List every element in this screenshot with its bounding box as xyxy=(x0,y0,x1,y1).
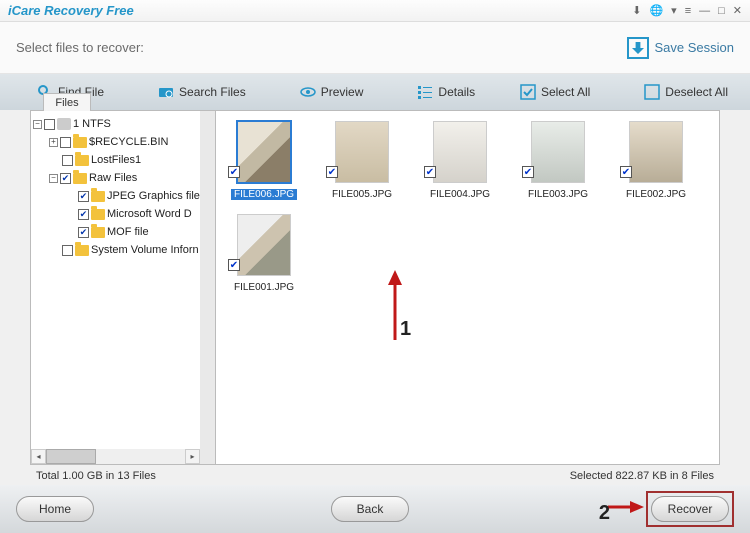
header: Select files to recover: Save Session xyxy=(0,22,750,74)
folder-icon xyxy=(75,155,89,166)
horizontal-scrollbar[interactable]: ◂ ▸ xyxy=(31,449,200,464)
file-thumb[interactable]: ✔ FILE001.JPG xyxy=(224,214,304,293)
maximize-button[interactable]: □ xyxy=(718,5,725,17)
content-area: Files − 1 NTFS + $RECYCLE.BIN LostFiles1… xyxy=(30,110,720,465)
file-thumb[interactable]: ✔ FILE004.JPG xyxy=(420,121,500,200)
help-icon[interactable]: ≡ xyxy=(685,5,691,17)
check-square-icon xyxy=(520,84,536,100)
file-thumb[interactable]: ✔ FILE005.JPG xyxy=(322,121,402,200)
annotation-number-1: 1 xyxy=(400,318,411,341)
checkbox[interactable]: ✔ xyxy=(424,166,436,178)
recover-button[interactable]: Recover xyxy=(651,496,729,522)
file-label: FILE004.JPG xyxy=(430,189,490,200)
tree-item[interactable]: LostFiles1 xyxy=(33,151,213,169)
checkbox[interactable]: ✔ xyxy=(228,166,240,178)
annotation-number-2: 2 xyxy=(599,502,610,525)
select-all-button[interactable]: Select All xyxy=(508,80,602,104)
back-button[interactable]: Back xyxy=(331,496,409,522)
thumbnail-panel: ✔ FILE006.JPG ✔ FILE005.JPG ✔ FILE004.JP… xyxy=(216,111,719,464)
scroll-right-icon[interactable]: ▸ xyxy=(185,449,200,464)
footer: Home Back Recover xyxy=(0,485,750,533)
folder-search-icon xyxy=(158,84,174,100)
tree-panel: − 1 NTFS + $RECYCLE.BIN LostFiles1 −✔ Ra… xyxy=(31,111,216,464)
titlebar-controls: ⬇ 🌐 ▾ ≡ — □ ✕ xyxy=(632,4,742,17)
close-button[interactable]: ✕ xyxy=(733,4,742,17)
recover-highlight: Recover xyxy=(646,491,734,527)
scrollbar-thumb[interactable] xyxy=(46,449,96,464)
folder-icon xyxy=(91,191,105,202)
file-label: FILE003.JPG xyxy=(528,189,588,200)
save-session-label: Save Session xyxy=(655,40,735,55)
file-thumb[interactable]: ✔ FILE006.JPG xyxy=(224,121,304,200)
tree-item[interactable]: + $RECYCLE.BIN xyxy=(33,133,213,151)
tree-root[interactable]: − 1 NTFS xyxy=(33,115,213,133)
empty-square-icon xyxy=(644,84,660,100)
status-selected: Selected 822.87 KB in 8 Files xyxy=(570,470,714,482)
scroll-left-icon[interactable]: ◂ xyxy=(31,449,46,464)
tree-item[interactable]: ✔ JPEG Graphics file xyxy=(33,187,213,205)
preview-button[interactable]: Preview xyxy=(288,80,376,104)
header-prompt: Select files to recover: xyxy=(16,40,144,55)
folder-icon xyxy=(73,173,87,184)
tree-item[interactable]: ✔ MOF file xyxy=(33,223,213,241)
search-files-button[interactable]: Search Files xyxy=(146,80,258,104)
drive-icon xyxy=(57,118,71,130)
home-button[interactable]: Home xyxy=(16,496,94,522)
file-label: FILE005.JPG xyxy=(332,189,392,200)
eye-icon xyxy=(300,84,316,100)
file-label: FILE006.JPG xyxy=(231,189,297,200)
minimize-button[interactable]: — xyxy=(699,5,710,17)
file-thumb[interactable]: ✔ FILE003.JPG xyxy=(518,121,598,200)
save-icon xyxy=(627,37,649,59)
toolbar: Find File Search Files Preview Details S… xyxy=(0,74,750,110)
details-button[interactable]: Details xyxy=(405,80,487,104)
checkbox[interactable]: ✔ xyxy=(620,166,632,178)
file-label: FILE001.JPG xyxy=(234,282,294,293)
vertical-scrollbar[interactable] xyxy=(200,111,215,449)
tree-item[interactable]: System Volume Inforn xyxy=(33,241,213,259)
file-thumb[interactable]: ✔ FILE002.JPG xyxy=(616,121,696,200)
status-total: Total 1.00 GB in 13 Files xyxy=(36,470,156,482)
tree-item[interactable]: ✔ Microsoft Word D xyxy=(33,205,213,223)
tree-item[interactable]: −✔ Raw Files xyxy=(33,169,213,187)
save-session-button[interactable]: Save Session xyxy=(627,37,735,59)
checkbox[interactable]: ✔ xyxy=(228,259,240,271)
checkbox[interactable]: ✔ xyxy=(326,166,338,178)
status-bar: Total 1.00 GB in 13 Files Selected 822.8… xyxy=(30,467,720,485)
folder-icon xyxy=(91,227,105,238)
download-icon[interactable]: ⬇ xyxy=(632,4,641,17)
deselect-all-button[interactable]: Deselect All xyxy=(632,80,740,104)
folder-icon xyxy=(75,245,89,256)
folder-icon xyxy=(73,137,87,148)
titlebar: iCare Recovery Free ⬇ 🌐 ▾ ≡ — □ ✕ xyxy=(0,0,750,22)
dropdown-icon[interactable]: ▾ xyxy=(671,4,677,17)
app-title: iCare Recovery Free xyxy=(8,3,134,18)
file-label: FILE002.JPG xyxy=(626,189,686,200)
list-icon xyxy=(417,84,433,100)
folder-icon xyxy=(91,209,105,220)
checkbox[interactable]: ✔ xyxy=(522,166,534,178)
globe-icon[interactable]: 🌐 xyxy=(649,4,663,17)
tab-files[interactable]: Files xyxy=(43,93,91,111)
